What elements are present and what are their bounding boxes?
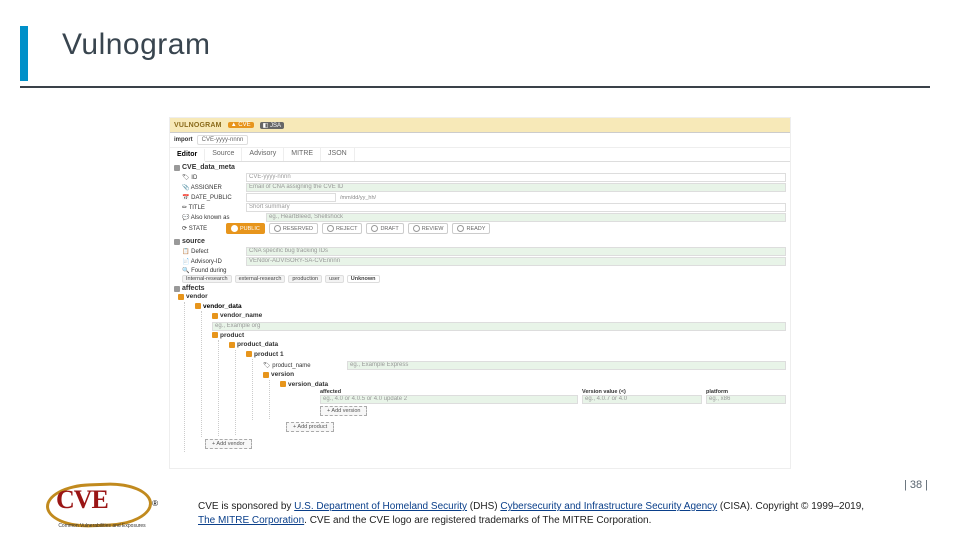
section-affects: affects	[174, 284, 786, 293]
editor-form: CVE_data_meta 🏷 ID CVE-yyyy-nnnn 📎 ASSIG…	[170, 162, 790, 453]
date-public-label: 📅 DATE_PUBLIC	[182, 194, 242, 201]
import-input[interactable]: CVE-yyyy-nnnn	[197, 135, 249, 145]
link-cisa[interactable]: Cybersecurity and Infrastructure Securit…	[500, 501, 717, 512]
id-input[interactable]: CVE-yyyy-nnnn	[246, 173, 786, 182]
nvd-mode-button[interactable]: ◧ JSA	[260, 122, 284, 129]
title-input[interactable]: Short summary	[246, 203, 786, 212]
affects-tree: vendor vendor_data vendor_name eg., Exam…	[174, 293, 786, 452]
platform-input[interactable]: eg., x86	[706, 395, 786, 404]
chip-external[interactable]: external-research	[235, 275, 286, 283]
add-vendor-button[interactable]: + Add vendor	[205, 439, 252, 449]
state-ready[interactable]: READY	[452, 223, 490, 234]
cve-logo-text: CVE	[56, 485, 108, 515]
accent-bar	[20, 26, 28, 81]
chip-user[interactable]: user	[325, 275, 344, 283]
assigner-input[interactable]: Email of CNA assigning the CVE ID	[246, 183, 786, 192]
page-number: | 38 |	[904, 479, 928, 491]
editor-tabs: Editor Source Advisory MITRE JSON	[170, 148, 790, 162]
node-version-data: version_data	[280, 381, 328, 388]
cve-logo-sub: Common Vulnerabilities and Exposures	[42, 523, 162, 529]
section-source: source	[174, 237, 786, 246]
tab-editor[interactable]: Editor	[170, 149, 205, 162]
defect-input[interactable]: CNA specific bug tracking IDs	[246, 247, 786, 256]
add-product-button[interactable]: + Add product	[286, 422, 334, 432]
aka-label: 💬 Also known as	[182, 214, 262, 221]
chip-production[interactable]: production	[288, 275, 322, 283]
tab-mitre[interactable]: MITRE	[284, 148, 321, 161]
affected-input[interactable]: eg., 4.0 or 4.0.5 or 4.0 update 2	[320, 395, 578, 404]
tab-advisory[interactable]: Advisory	[242, 148, 284, 161]
state-review[interactable]: REVIEW	[408, 223, 449, 234]
advisory-id-input[interactable]: VENdor-ADVISORY-SA-CVEnnnn	[246, 257, 786, 266]
footer-text: CVE is sponsored by U.S. Department of H…	[198, 500, 918, 527]
vulnogram-app: VULNOGRAM ▲ CVE ◧ JSA import CVE-yyyy-nn…	[170, 118, 790, 468]
title-rule	[20, 86, 930, 88]
node-product[interactable]: product	[212, 332, 244, 339]
brand-label: VULNOGRAM	[174, 122, 222, 129]
slide-title: Vulnogram	[62, 28, 210, 62]
date-format-hint: /mm/dd/yy_hh/	[340, 195, 376, 201]
chip-unknown[interactable]: Unknown	[347, 275, 380, 283]
found-during-label: 🔍 Found during	[182, 267, 262, 274]
version-row: eg., 4.0 or 4.0.5 or 4.0 update 2 eg., 4…	[280, 395, 786, 404]
found-during-chips: Internal-research external-research prod…	[174, 275, 786, 283]
vendor-name-input[interactable]: eg., Example org	[212, 322, 786, 331]
import-label: import	[174, 137, 193, 143]
aka-input[interactable]: eg., HeartBleed, Shellshock	[266, 213, 786, 222]
tab-json[interactable]: JSON	[321, 148, 355, 161]
assigner-label: 📎 ASSIGNER	[182, 184, 242, 191]
tab-source[interactable]: Source	[205, 148, 242, 161]
product-name-input[interactable]: eg., Example Express	[347, 361, 786, 370]
state-reserved[interactable]: RESERVED	[269, 223, 318, 234]
chip-internal[interactable]: Internal-research	[182, 275, 232, 283]
section-cve-meta: CVE_data_meta	[174, 163, 786, 172]
state-label: ⟳ STATE	[182, 225, 222, 232]
add-version-button[interactable]: + Add version	[320, 406, 367, 416]
product-name-label: 🏷 product_name	[263, 362, 343, 369]
cve-mode-button[interactable]: ▲ CVE	[228, 122, 254, 128]
registered-mark: ®	[152, 499, 158, 508]
state-reject[interactable]: REJECT	[322, 223, 362, 234]
app-topbar: VULNOGRAM ▲ CVE ◧ JSA	[170, 118, 790, 133]
node-product-data: product_data	[229, 341, 278, 348]
state-public[interactable]: PUBLIC	[226, 223, 265, 234]
node-vendor-name: vendor_name	[212, 312, 262, 319]
version-value-input[interactable]: eg., 4.0.7 or 4.0	[582, 395, 702, 404]
link-mitre[interactable]: The MITRE Corporation	[198, 515, 304, 526]
node-vendor[interactable]: vendor	[178, 293, 208, 300]
title-label: ✏ TITLE	[182, 204, 242, 211]
cve-logo: CVE ® Common Vulnerabilities and Exposur…	[42, 481, 152, 529]
import-toolbar: import CVE-yyyy-nnnn	[170, 133, 790, 148]
link-dhs[interactable]: U.S. Department of Homeland Security	[294, 501, 467, 512]
date-public-input[interactable]	[246, 193, 336, 202]
advisory-id-label: 📄 Advisory-ID	[182, 258, 242, 265]
state-draft[interactable]: DRAFT	[366, 223, 403, 234]
id-label: 🏷 ID	[182, 174, 242, 181]
defect-label: 📋 Defect	[182, 248, 242, 255]
node-vendor-data: vendor_data	[195, 303, 242, 310]
node-version[interactable]: version	[263, 371, 294, 378]
node-product-1: product 1	[246, 351, 284, 358]
